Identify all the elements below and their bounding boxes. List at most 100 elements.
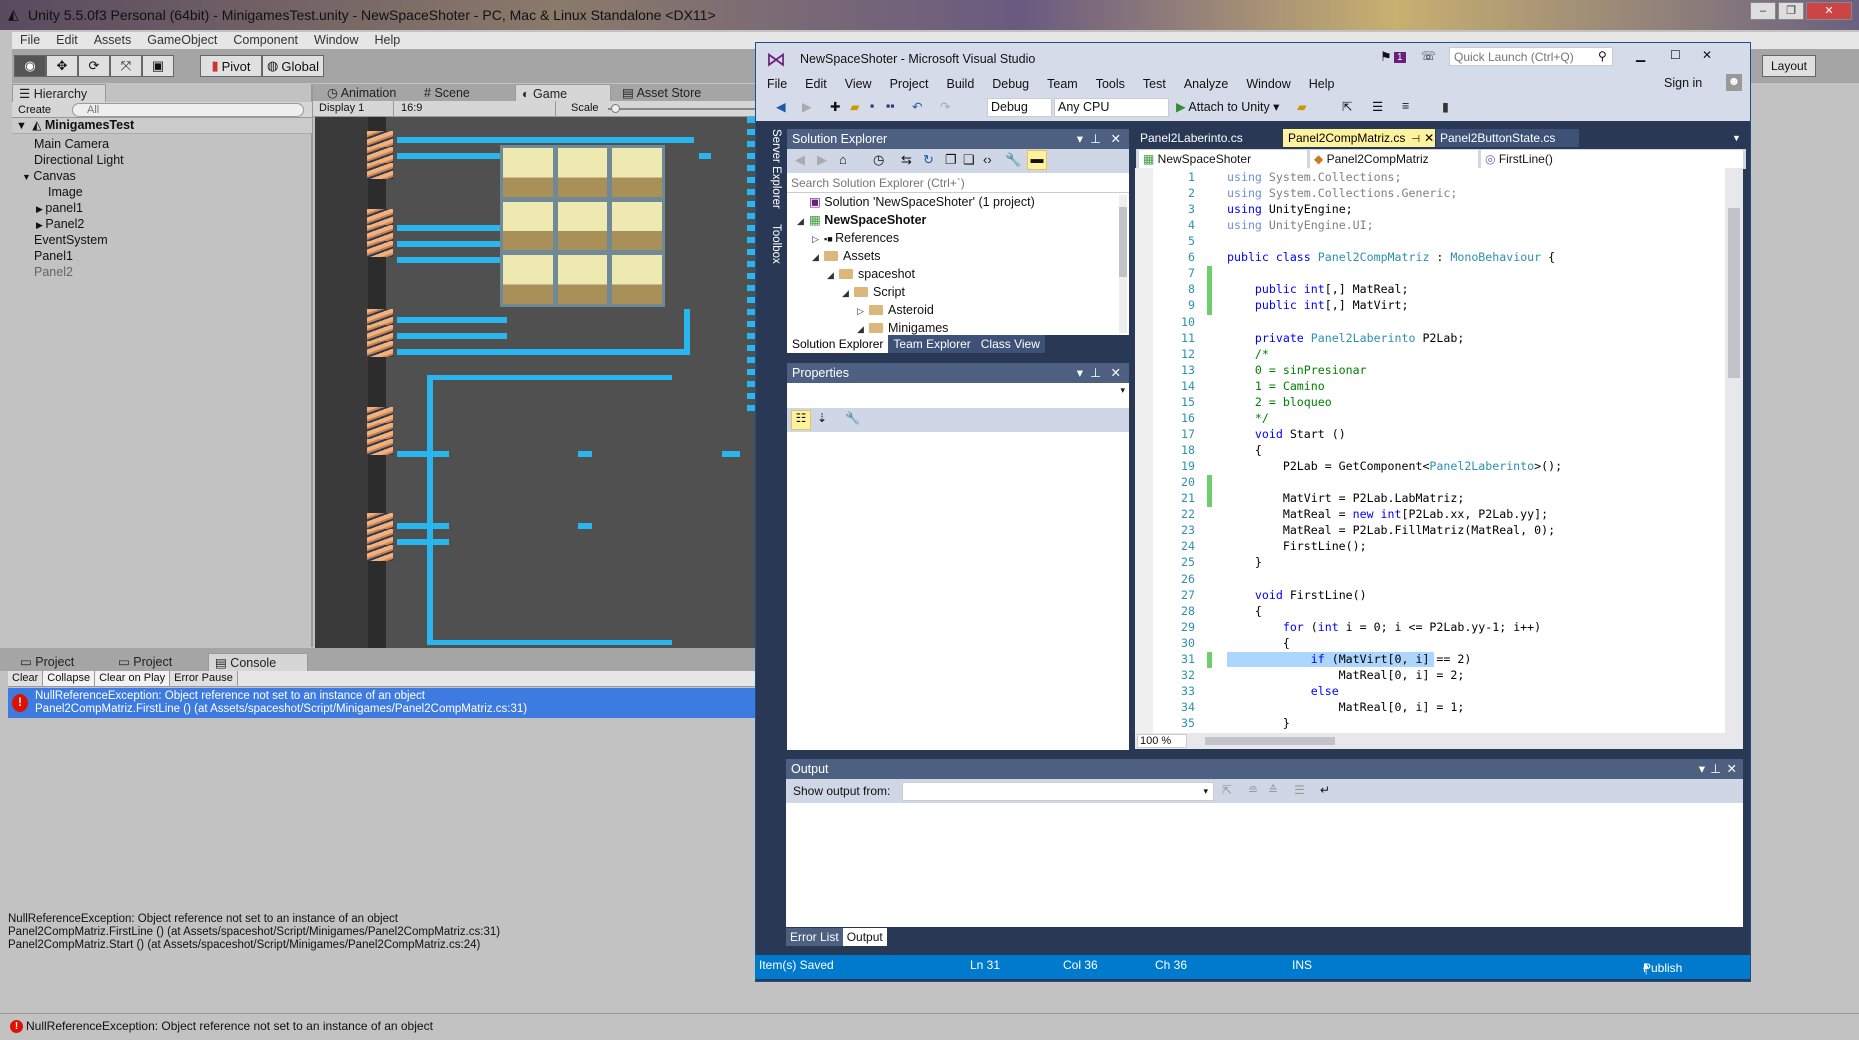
tab-game[interactable]: ◐ Game [515,84,611,102]
tab-panel2buttonstate[interactable]: Panel2ButtonState.cs [1436,129,1579,147]
move-icon[interactable]: ✥ [46,55,78,77]
code-line[interactable]: } [1227,555,1262,569]
collapse-all-icon[interactable]: ❐ [945,152,957,168]
pin-icon[interactable]: ⊥ [1710,759,1721,779]
code-line[interactable]: /* [1227,347,1269,361]
collapse-arrow-icon[interactable]: ◢ [827,266,839,284]
horizontal-scrollbar[interactable] [1205,737,1335,745]
vs-menu-project[interactable]: Project [881,75,938,93]
clear-on-play-button[interactable]: Clear on Play [95,671,171,686]
tab-animation[interactable]: ◷ Animation [321,84,402,102]
solution-search-input[interactable] [787,173,1129,193]
code-line[interactable]: public int[,] MatReal; [1227,282,1409,296]
tab-toolbox[interactable]: Toolbox [770,224,782,264]
notification-badge[interactable]: 1 [1394,52,1406,63]
code-line[interactable]: */ [1227,411,1269,425]
code-line[interactable]: } [1227,716,1290,730]
save-all-icon[interactable]: ▪▪ [886,99,895,113]
object-dropdown[interactable]: ▾ [1120,385,1125,396]
platform-dropdown[interactable]: Any CPU [1054,98,1169,117]
output-source-dropdown[interactable]: ▾ [902,782,1214,801]
tab-team-explorer[interactable]: Team Explorer [888,335,976,353]
hierarchy-item[interactable]: Panel1 [34,248,73,264]
publish-button[interactable]: 🡑 Publish ▴ [1643,958,1682,977]
properties-wrench-icon[interactable]: 🔧 [1005,152,1021,168]
code-line[interactable]: 0 = sinPresionar [1227,363,1367,377]
tab-project-2[interactable]: ▭ Project [112,653,178,671]
close-icon[interactable]: ✕ [1111,129,1121,149]
code-line[interactable]: MatReal = new int[P2Lab.xx, P2Lab.yy]; [1227,507,1548,521]
dropdown-icon[interactable]: ▾ [1077,363,1083,383]
code-line[interactable]: public class Panel2CompMatriz : MonoBeha… [1227,250,1555,264]
tab-solution-explorer[interactable]: Solution Explorer [787,335,889,353]
vs-menu-test[interactable]: Test [1134,75,1175,93]
scale-slider-handle[interactable] [611,104,620,113]
word-wrap-icon[interactable]: ↵ [1320,783,1330,797]
next-message-icon[interactable]: ≙ [1268,783,1278,797]
error-pause-button[interactable]: Error Pause [170,671,238,686]
close-icon[interactable]: ✕ [1727,759,1737,779]
layout-dropdown[interactable]: Layout [1762,55,1816,77]
code-line[interactable]: 1 = Camino [1227,379,1325,393]
code-line[interactable]: void Start () [1227,427,1346,441]
hierarchy-item[interactable]: Panel2 [34,264,73,280]
class-nav-dropdown[interactable]: ◆ Panel2CompMatriz [1310,150,1478,168]
vs-menu-edit[interactable]: Edit [796,75,836,93]
project-nav-dropdown[interactable]: ▦ NewSpaceShoter [1139,150,1307,168]
redo-icon[interactable]: ↷ [940,99,950,114]
pin-icon[interactable]: ⊥ [1090,129,1101,149]
home-icon[interactable]: ⌂ [839,152,847,167]
alphabetical-icon[interactable]: ⇣ [817,411,827,425]
pin-icon[interactable]: ⊥ [1090,363,1101,383]
global-button[interactable]: ◍ Global [262,55,324,77]
collapse-button[interactable]: Collapse [43,671,96,686]
menu-file[interactable]: File [12,32,48,49]
maximize-button[interactable]: ❐ [1778,2,1804,20]
collapse-icon[interactable]: ▶ [36,204,45,214]
tab-panel2compmatriz[interactable]: Panel2CompMatriz.cs ⊣ ✕ [1283,129,1435,147]
hierarchy-search-input[interactable] [72,103,304,117]
vs-menu-help[interactable]: Help [1300,75,1344,93]
create-dropdown[interactable]: Create [18,102,51,118]
undo-icon[interactable]: ↶ [912,99,922,114]
menu-component[interactable]: Component [225,32,306,49]
rotate-icon[interactable]: ⟳ [78,55,110,77]
rect-icon[interactable]: ▣ [142,55,174,77]
back-icon[interactable]: ◀ [795,152,805,168]
code-line[interactable]: MatReal = P2Lab.FillMatriz(MatReal, 0); [1227,523,1555,537]
code-line[interactable]: if (MatVirt[0, i] == 2) [1227,651,1471,667]
zoom-dropdown[interactable]: 100 % [1137,734,1187,748]
code-line[interactable]: MatReal[0, i] = 1; [1227,700,1465,714]
expand-icon[interactable]: ▼ [22,172,33,182]
solution-tree-item[interactable]: ◢ Assets [812,247,881,265]
vs-menu-team[interactable]: Team [1038,75,1087,93]
quick-launch-input[interactable] [1449,47,1613,66]
solution-tree-item[interactable]: ◢ ▦ NewSpaceShoter [797,211,926,229]
refresh-icon[interactable]: ↻ [923,152,934,168]
tab-scene[interactable]: # Scene [418,84,476,102]
vertical-scrollbar[interactable] [1725,168,1743,733]
history-icon[interactable]: ◷ [873,152,884,168]
show-all-files-icon[interactable]: ❏ [963,152,975,168]
prev-message-icon[interactable]: ≘ [1248,783,1258,797]
dropdown-icon[interactable]: ▾ [1699,759,1705,779]
code-line[interactable]: { [1227,636,1290,650]
vs-menu-window[interactable]: Window [1237,75,1299,93]
code-line[interactable]: { [1227,443,1262,457]
menu-edit[interactable]: Edit [48,32,86,49]
vs-menu-analyze[interactable]: Analyze [1175,75,1237,93]
expand-arrow-icon[interactable]: ▷ [812,230,824,248]
code-line[interactable]: private Panel2Laberinto P2Lab; [1227,331,1464,345]
hierarchy-item[interactable]: ▶ Panel2 [36,216,87,232]
collapse-arrow-icon[interactable]: ◢ [857,320,869,335]
code-line[interactable]: void FirstLine() [1227,588,1367,602]
find-icon[interactable]: ▰ [1297,99,1307,114]
code-line[interactable]: for (int i = 0; i <= P2Lab.yy-1; i++) [1227,620,1541,634]
tab-output[interactable]: Output [842,928,887,946]
console-error-entry[interactable]: ! NullReferenceException: Object referen… [8,688,755,718]
clear-button[interactable]: Clear [8,671,44,686]
menu-assets[interactable]: Assets [86,32,140,49]
code-editor[interactable]: 1 using System.Collections; 2 using System.… [1135,168,1743,733]
tab-class-view[interactable]: Class View [975,335,1045,353]
vs-minimize-button[interactable]: ▁ [1636,48,1645,62]
